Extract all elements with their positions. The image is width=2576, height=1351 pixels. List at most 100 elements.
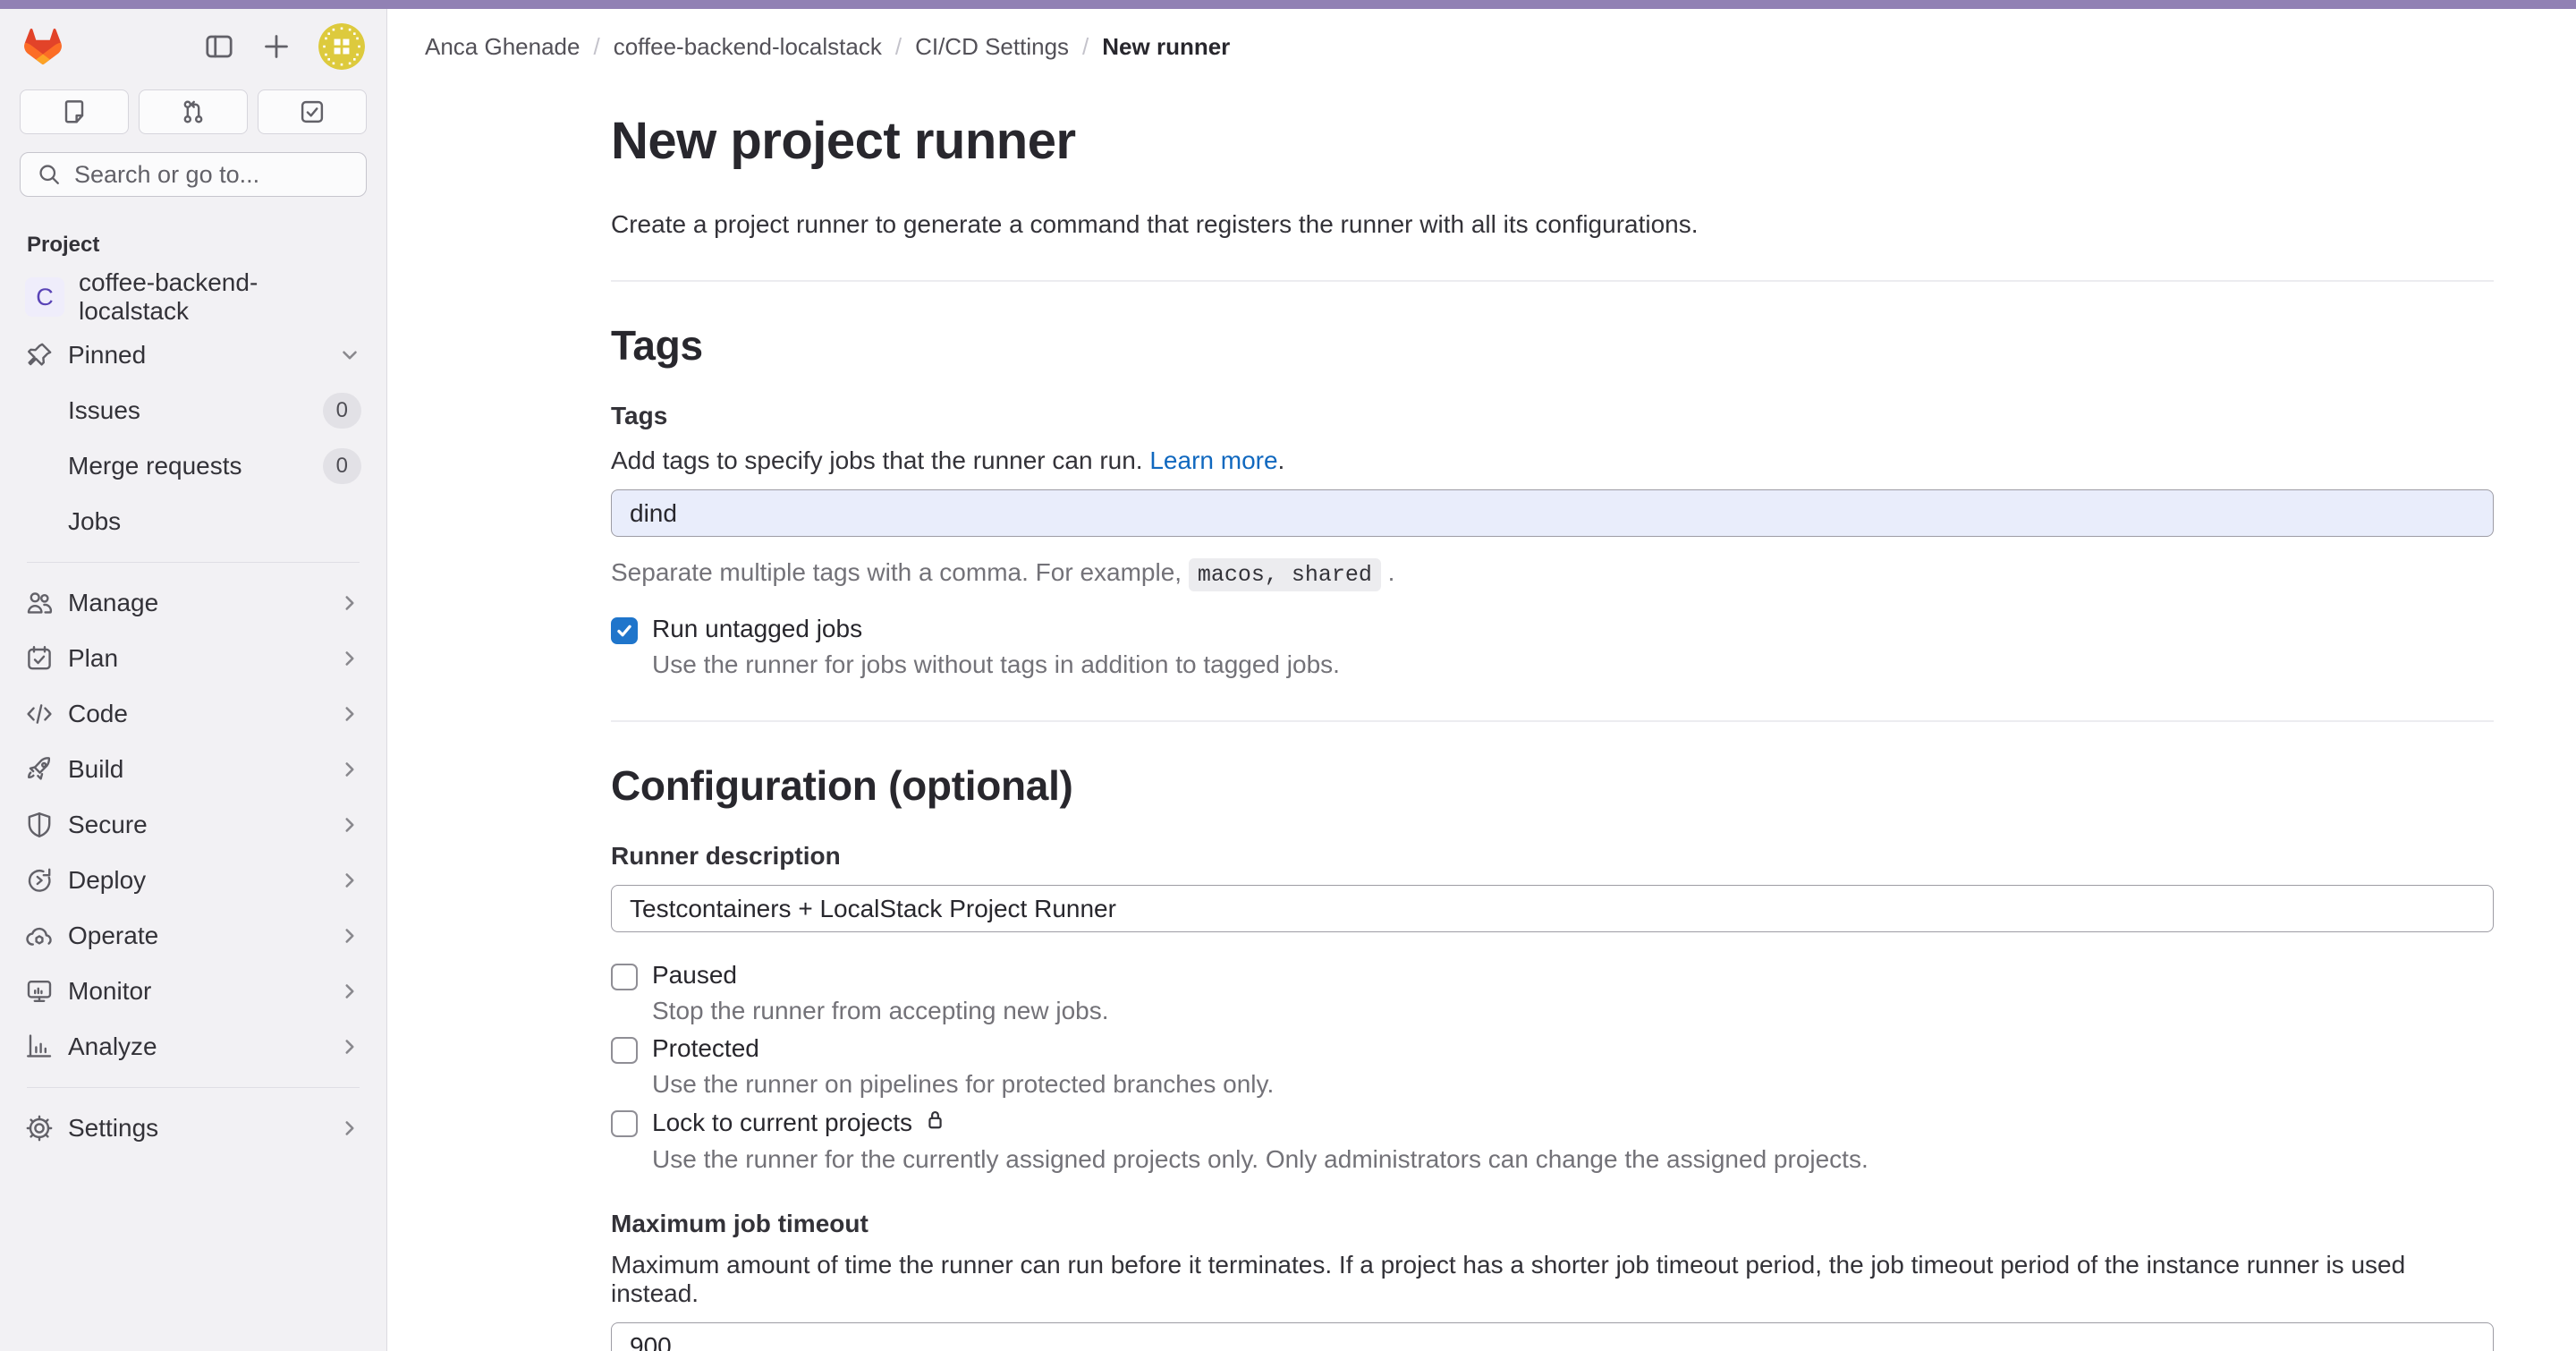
todo-check-icon xyxy=(299,98,326,125)
sidebar-item-label: Secure xyxy=(68,811,148,839)
checkbox-label[interactable]: Lock to current projects xyxy=(652,1108,1868,1138)
run-untagged-jobs-checkbox-row: Run untagged jobs Use the runner for job… xyxy=(611,615,2494,679)
run-untagged-jobs-checkbox[interactable] xyxy=(611,617,638,644)
breadcrumb: Anca Ghenade / coffee-backend-localstack… xyxy=(387,9,2576,84)
paused-checkbox-row: Paused Stop the runner from accepting ne… xyxy=(611,961,2494,1025)
sidebar-item-code[interactable]: Code xyxy=(11,688,376,740)
main-content: Anca Ghenade / coffee-backend-localstack… xyxy=(387,9,2576,1351)
tags-help-text: Add tags to specify jobs that the runner… xyxy=(611,446,1143,474)
chevron-right-icon xyxy=(338,591,361,615)
chevron-down-icon xyxy=(338,344,361,367)
tags-input[interactable] xyxy=(611,489,2494,537)
chevron-right-icon xyxy=(338,647,361,670)
sidebar-nav: C coffee-backend-localstack Pinned Issue… xyxy=(0,265,386,1154)
chevron-right-icon xyxy=(338,1035,361,1058)
code-icon xyxy=(25,700,54,728)
user-avatar[interactable] xyxy=(318,23,365,70)
sidebar-item-project[interactable]: C coffee-backend-localstack xyxy=(11,268,376,326)
runner-description-input[interactable] xyxy=(611,885,2494,932)
learn-more-link[interactable]: Learn more xyxy=(1149,446,1277,474)
page-title: New project runner xyxy=(611,111,2494,171)
sidebar-item-build[interactable]: Build xyxy=(11,743,376,795)
sidebar-section-label: Project xyxy=(0,197,386,265)
chevron-right-icon xyxy=(338,1117,361,1140)
sidebar-item-issues[interactable]: Issues 0 xyxy=(11,385,376,437)
sidebar-item-pinned[interactable]: Pinned xyxy=(11,329,376,381)
users-icon xyxy=(25,589,54,617)
paused-checkbox[interactable] xyxy=(611,964,638,990)
sidebar-item-manage[interactable]: Manage xyxy=(11,577,376,629)
sidebar-divider xyxy=(27,562,360,563)
gitlab-logo[interactable] xyxy=(20,25,66,68)
cloud-pod-icon xyxy=(25,922,54,950)
search-input[interactable]: Search or go to... xyxy=(20,152,367,197)
breadcrumb-cicd-settings[interactable]: CI/CD Settings xyxy=(915,33,1069,61)
deploy-icon xyxy=(25,866,54,895)
sidebar-item-label: Plan xyxy=(68,644,118,673)
sidebar-item-label: Jobs xyxy=(68,507,121,536)
shortcut-merge-requests-button[interactable] xyxy=(139,89,248,134)
section-divider xyxy=(611,720,2494,722)
chevron-right-icon xyxy=(338,980,361,1003)
sidebar-item-label: Settings xyxy=(68,1114,158,1143)
search-placeholder: Search or go to... xyxy=(74,161,259,189)
checkbox-help: Stop the runner from accepting new jobs. xyxy=(652,997,1109,1025)
sidebar-item-jobs[interactable]: Jobs xyxy=(11,496,376,548)
sidebar-item-merge-requests[interactable]: Merge requests 0 xyxy=(11,440,376,492)
sidebar-item-label: Code xyxy=(68,700,128,728)
lock-to-projects-checkbox-row: Lock to current projects Use the runner … xyxy=(611,1108,2494,1174)
issues-count-badge: 0 xyxy=(323,393,361,429)
tags-hint-code: macos, shared xyxy=(1189,558,1381,591)
shield-icon xyxy=(25,811,54,839)
sidebar-item-label: Manage xyxy=(68,589,158,617)
sidebar-item-analyze[interactable]: Analyze xyxy=(11,1021,376,1073)
section-divider xyxy=(611,280,2494,282)
sidebar-toggle-icon[interactable] xyxy=(204,31,234,62)
sidebar-item-label: Deploy xyxy=(68,866,146,895)
checkbox-label[interactable]: Paused xyxy=(652,961,1109,990)
merge-request-icon xyxy=(180,98,207,125)
max-job-timeout-input[interactable] xyxy=(611,1322,2494,1351)
lock-to-projects-checkbox[interactable] xyxy=(611,1110,638,1137)
checkbox-help: Use the runner on pipelines for protecte… xyxy=(652,1070,1274,1099)
lock-label-text: Lock to current projects xyxy=(652,1109,912,1137)
sidebar-item-label: Merge requests xyxy=(68,452,242,480)
tags-section-heading: Tags xyxy=(611,321,2494,370)
breadcrumb-project[interactable]: coffee-backend-localstack xyxy=(614,33,882,61)
chevron-right-icon xyxy=(338,758,361,781)
chevron-right-icon xyxy=(338,813,361,837)
sidebar-item-plan[interactable]: Plan xyxy=(11,633,376,684)
protected-checkbox-row: Protected Use the runner on pipelines fo… xyxy=(611,1034,2494,1099)
runner-description-label: Runner description xyxy=(611,842,2494,871)
chart-icon xyxy=(25,1032,54,1061)
breadcrumb-user[interactable]: Anca Ghenade xyxy=(425,33,580,61)
shortcut-issues-button[interactable] xyxy=(20,89,129,134)
project-avatar: C xyxy=(25,277,64,317)
sidebar-item-label: Analyze xyxy=(68,1032,157,1061)
lock-icon xyxy=(923,1108,947,1138)
calendar-icon xyxy=(25,644,54,673)
checkbox-label[interactable]: Run untagged jobs xyxy=(652,615,1340,643)
protected-checkbox[interactable] xyxy=(611,1037,638,1064)
sidebar-item-secure[interactable]: Secure xyxy=(11,799,376,851)
sidebar-item-settings[interactable]: Settings xyxy=(11,1102,376,1154)
breadcrumb-separator: / xyxy=(895,33,902,61)
sidebar-item-label: Issues xyxy=(68,396,140,425)
sidebar-item-operate[interactable]: Operate xyxy=(11,910,376,962)
create-new-plus-icon[interactable] xyxy=(261,31,292,62)
sidebar-divider xyxy=(27,1087,360,1088)
breadcrumb-current: New runner xyxy=(1102,33,1230,61)
tags-hint-prefix: Separate multiple tags with a comma. For… xyxy=(611,558,1189,586)
tags-field-label: Tags xyxy=(611,402,2494,430)
check-icon xyxy=(614,621,634,641)
chevron-right-icon xyxy=(338,869,361,892)
shortcut-todos-button[interactable] xyxy=(258,89,367,134)
merge-requests-count-badge: 0 xyxy=(323,448,361,484)
max-job-timeout-help: Maximum amount of time the runner can ru… xyxy=(611,1251,2494,1308)
sidebar-item-monitor[interactable]: Monitor xyxy=(11,965,376,1017)
sidebar-item-deploy[interactable]: Deploy xyxy=(11,854,376,906)
breadcrumb-separator: / xyxy=(593,33,599,61)
checkbox-label[interactable]: Protected xyxy=(652,1034,1274,1063)
gear-icon xyxy=(25,1114,54,1143)
project-name: coffee-backend-localstack xyxy=(79,268,361,326)
